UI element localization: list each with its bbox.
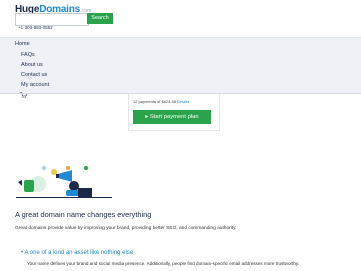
phone-number[interactable]: +1-303-893-0552: [18, 25, 53, 30]
menu-item-home[interactable]: Home: [15, 41, 30, 47]
menu-item-faqs[interactable]: FAQs: [21, 52, 35, 58]
payment-summary-text: 12 payments of $824.58: [133, 99, 176, 104]
bullet-title-text: A one of a kind an asset like nothing el…: [24, 250, 134, 256]
menu-item-contact[interactable]: Contact us: [21, 72, 47, 78]
start-payment-plan-button[interactable]: ▸ Start payment plan: [133, 110, 211, 124]
navigation-menu: Home FAQs About us Contact us My account: [0, 37, 361, 94]
intro-text: Great domains provide value by improving…: [15, 226, 237, 231]
menu-item-account[interactable]: My account: [21, 82, 49, 88]
menu-item-about[interactable]: About us: [21, 62, 43, 68]
site-header: HugeDomains.com Search +1-303-893-0552: [0, 0, 361, 36]
search-button[interactable]: Search: [87, 13, 113, 24]
payment-summary: 12 payments of $824.58 Details: [133, 99, 189, 104]
bullet-description: Your name defines your brand and social …: [27, 261, 300, 266]
page-heading: A great domain name changes everything: [15, 210, 152, 219]
bullet-title: • A one of a kind an asset like nothing …: [21, 250, 134, 256]
details-link[interactable]: Details: [177, 99, 189, 104]
marketing-illustration: [16, 166, 112, 198]
